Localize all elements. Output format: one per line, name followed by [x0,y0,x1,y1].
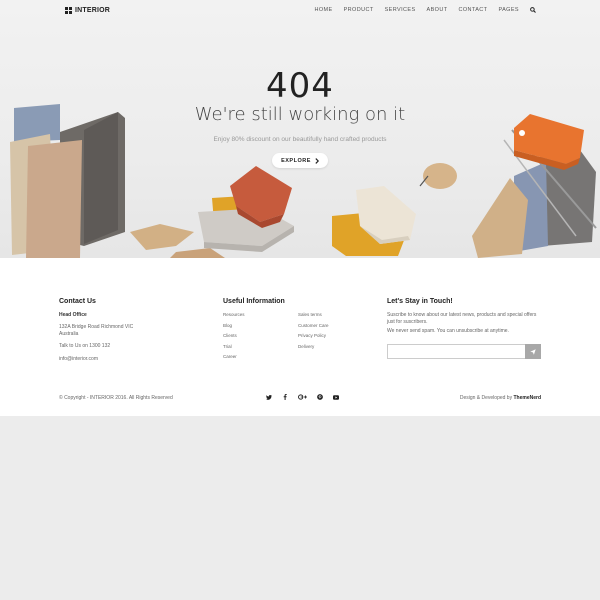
copyright-text: © Copyright - INTERIOR 2016. All Rights … [59,395,173,401]
nav-item-contact[interactable]: CONTACT [458,7,487,13]
link-resources[interactable]: Resources [223,312,298,323]
link-delivery[interactable]: Delivery [298,344,373,355]
site-footer: Contact Us Head Office 132A Bridge Road … [0,258,600,416]
newsletter-text: Suscribe to know about our latest news, … [387,312,537,325]
logo-text: INTERIOR [75,7,111,14]
nav-item-services[interactable]: SERVICES [385,7,416,13]
main-menu: HOME PRODUCT SERVICES ABOUT CONTACT PAGE… [314,7,536,13]
link-career[interactable]: Career [223,354,298,365]
link-trial[interactable]: Trial [223,344,298,355]
logo-grid-icon [65,7,72,14]
hero-section: INTERIOR HOME PRODUCT SERVICES ABOUT CON… [0,0,600,258]
link-privacy-policy[interactable]: Privacy Policy [298,333,373,344]
search-icon[interactable] [530,7,536,13]
address-line-1: 132A Bridge Road Richmond VIC [59,324,134,330]
error-title: We're still working on it [194,104,406,125]
logo[interactable]: INTERIOR [65,7,110,14]
youtube-icon[interactable] [333,394,339,400]
footer-bottom-bar: © Copyright - INTERIOR 2016. All Rights … [0,394,600,405]
explore-button[interactable]: EXPLORE [272,153,328,168]
links-list-2: Sales terms Customer Care Privacy Policy… [298,312,373,365]
email-link[interactable]: info@interior.com [59,356,133,363]
nav-item-product[interactable]: PRODUCT [344,7,374,13]
twitter-icon[interactable] [266,394,272,400]
nav-item-pages[interactable]: PAGES [498,7,519,13]
chevron-right-icon [315,157,319,164]
office-label: Head Office [59,312,87,318]
explore-button-label: EXPLORE [281,157,311,164]
pinterest-icon[interactable] [317,394,323,400]
top-navigation: INTERIOR HOME PRODUCT SERVICES ABOUT CON… [0,0,600,22]
social-links [266,394,339,400]
useful-info-column: Useful Information Resources Blog Client… [223,298,373,365]
link-blog[interactable]: Blog [223,323,298,334]
newsletter-note: We never send spam. You can unsubscribe … [387,328,509,334]
send-icon [530,348,536,355]
newsletter-heading: Let's Stay in Touch! [387,298,453,305]
subscribe-form [387,344,541,359]
link-clients[interactable]: Clients [223,333,298,344]
credit-name[interactable]: ThemeNerd [513,395,541,401]
error-code: 404 [266,66,334,106]
credit-text: Design & Developed by ThemeNerd [460,395,541,401]
credit-prefix: Design & Developed by [459,395,513,401]
nav-item-home[interactable]: HOME [314,7,332,13]
links-list-1: Resources Blog Clients Trial Career [223,312,298,365]
contact-heading: Contact Us [59,298,96,305]
facebook-icon[interactable] [282,394,288,400]
link-sales-terms[interactable]: Sales terms [298,312,373,323]
address-line-2: Australia [59,330,79,337]
useful-heading: Useful Information [223,298,285,305]
nav-item-about[interactable]: ABOUT [427,7,448,13]
newsletter-column: Let's Stay in Touch! Suscribe to know ab… [387,298,541,335]
contact-column: Contact Us Head Office 132A Bridge Road … [59,298,133,362]
google-plus-icon[interactable] [298,394,307,400]
error-subtitle: Enjoy 80% discount on our beautifully ha… [213,136,387,143]
phone-text: Talk to Us on 1300 132 [59,343,111,349]
subscribe-button[interactable] [525,344,541,359]
furniture-illustration [10,104,597,258]
email-input[interactable] [387,344,525,359]
link-customer-care[interactable]: Customer Care [298,323,373,334]
